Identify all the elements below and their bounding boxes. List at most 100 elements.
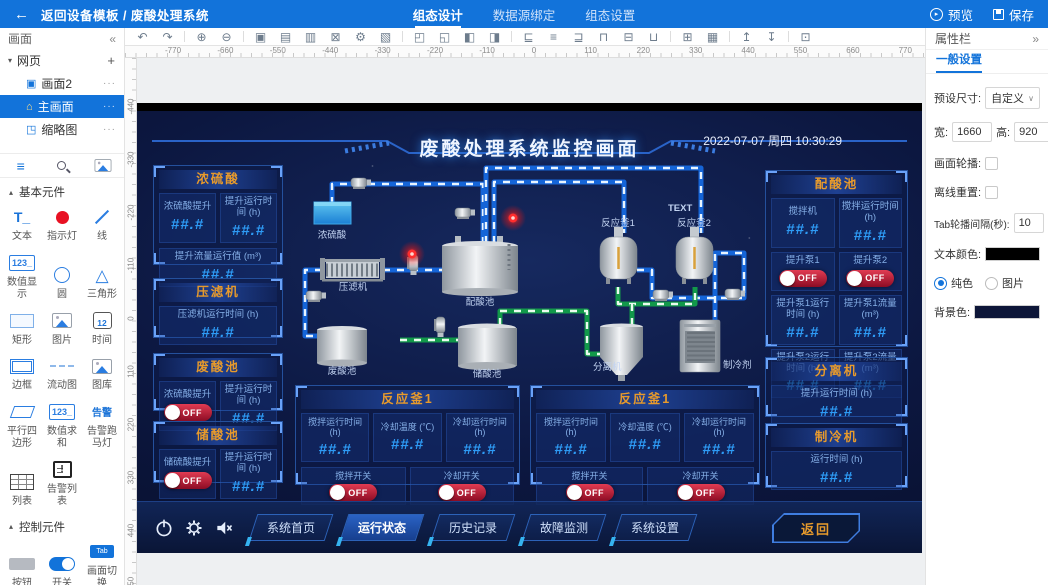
- palette-item-num[interactable]: 123_数值显示: [2, 248, 42, 306]
- reactor-1-vessel[interactable]: [600, 227, 637, 284]
- more-icon[interactable]: ···: [103, 124, 116, 135]
- toggle-off-switch[interactable]: OFF: [846, 270, 894, 287]
- align-top-icon[interactable]: ⊓: [591, 28, 616, 46]
- reactor-2-vessel[interactable]: [676, 227, 713, 284]
- palette-item-tab[interactable]: Tab画面切换: [82, 537, 122, 585]
- palette-item-flow[interactable]: 流动图: [42, 351, 82, 397]
- design-canvas[interactable]: -770-660-550-440-330-220-110011022033044…: [125, 46, 925, 585]
- mute-icon[interactable]: [209, 514, 239, 542]
- palette-item-pic[interactable]: 图片: [42, 306, 82, 352]
- toggle-off-switch[interactable]: OFF: [329, 484, 377, 501]
- tree-node-screen2[interactable]: ▣ 画面2 ···: [0, 72, 124, 95]
- ungroup-icon[interactable]: ◱: [432, 28, 457, 46]
- palette-item-btn[interactable]: 按钮: [2, 537, 42, 585]
- text-color-swatch[interactable]: [985, 247, 1040, 261]
- palette-item-list[interactable]: 列表: [2, 455, 42, 513]
- delete-icon[interactable]: ⊠: [323, 28, 348, 46]
- send-backward-icon[interactable]: ◨: [482, 28, 507, 46]
- palette-item-tri[interactable]: △三角形: [82, 248, 122, 306]
- toggle-off-switch[interactable]: OFF: [438, 484, 486, 501]
- tab-element-list[interactable]: ≡: [0, 154, 41, 177]
- alarm-indicator[interactable]: [500, 205, 526, 231]
- align-bottom-icon[interactable]: ⊔: [641, 28, 666, 46]
- palette-section-header[interactable]: ▴控制元件: [0, 513, 124, 537]
- more-icon[interactable]: ···: [103, 101, 116, 112]
- palette-item-sw[interactable]: 开关: [42, 537, 82, 585]
- toggle-off-switch[interactable]: OFF: [779, 270, 827, 287]
- palette-item-time[interactable]: 12时间: [82, 306, 122, 352]
- tab-config-settings[interactable]: 组态设置: [585, 0, 635, 28]
- toggle-off-switch[interactable]: OFF: [164, 404, 212, 421]
- collapse-right-icon[interactable]: »: [1032, 32, 1039, 46]
- preview-button[interactable]: ▸预览: [930, 5, 973, 24]
- palette-item-text[interactable]: T_文本: [2, 202, 42, 248]
- caret-down-icon[interactable]: ▾: [8, 56, 12, 65]
- tab-interval-input[interactable]: [1014, 213, 1044, 233]
- undo-icon[interactable]: ↶: [130, 28, 155, 46]
- nav-tab-2[interactable]: 历史记录: [431, 514, 516, 541]
- back-button[interactable]: 返回: [772, 513, 860, 543]
- palette-item-cir[interactable]: 圆: [42, 248, 82, 306]
- add-screen-button[interactable]: +: [107, 53, 116, 68]
- grid-icon[interactable]: ⊞: [675, 28, 700, 46]
- solid-color-radio[interactable]: [934, 277, 947, 290]
- storage-acid-tank[interactable]: [458, 324, 517, 371]
- tab-general-settings[interactable]: 一般设置: [936, 51, 982, 73]
- nav-tab-4[interactable]: 系统设置: [613, 514, 698, 541]
- fit-screen-icon[interactable]: ⊡: [793, 28, 818, 46]
- image-icon[interactable]: ▧: [373, 28, 398, 46]
- tree-node-pages[interactable]: ▾ 网页 +: [0, 49, 124, 72]
- tab-element-gallery[interactable]: [83, 154, 124, 177]
- align-right-icon[interactable]: ⊒: [566, 28, 591, 46]
- sulfuric-acid-tank[interactable]: [314, 202, 351, 224]
- mixing-tank[interactable]: [442, 236, 518, 296]
- palette-item-allist[interactable]: !告警列表: [42, 455, 82, 513]
- alarm-indicator[interactable]: [399, 241, 425, 267]
- nav-tab-0[interactable]: 系统首页: [249, 514, 334, 541]
- preset-size-select[interactable]: 自定义 ∨: [985, 87, 1040, 109]
- palette-item-line[interactable]: 线: [82, 202, 122, 248]
- palette-item-rect[interactable]: 矩形: [2, 306, 42, 352]
- breadcrumb[interactable]: 返回设备模板 / 废酸处理系统: [41, 5, 209, 24]
- zoom-in-icon[interactable]: ⊕: [189, 28, 214, 46]
- align-middle-icon[interactable]: ⊟: [616, 28, 641, 46]
- settings-icon[interactable]: ⚙: [348, 28, 373, 46]
- width-input[interactable]: [952, 122, 992, 142]
- tab-datasource-binding[interactable]: 数据源绑定: [493, 0, 556, 28]
- filter-press[interactable]: [320, 258, 385, 282]
- export-icon[interactable]: ↧: [759, 28, 784, 46]
- bring-forward-icon[interactable]: ◧: [457, 28, 482, 46]
- duplicate-icon[interactable]: ▥: [298, 28, 323, 46]
- power-icon[interactable]: [149, 514, 179, 542]
- palette-item-ind[interactable]: 指示灯: [42, 202, 82, 248]
- tab-element-search[interactable]: [41, 154, 82, 177]
- image-fill-radio[interactable]: [985, 277, 998, 290]
- palette-section-header[interactable]: ▴基本元件: [0, 178, 124, 202]
- group-icon[interactable]: ◰: [407, 28, 432, 46]
- zoom-out-icon[interactable]: ⊖: [214, 28, 239, 46]
- tree-node-main-screen[interactable]: ⌂ 主画面 ···: [0, 95, 124, 118]
- carousel-checkbox[interactable]: [985, 157, 998, 170]
- nav-tab-1[interactable]: 运行状态: [340, 514, 425, 541]
- nav-tab-3[interactable]: 故障监测: [522, 514, 607, 541]
- copy-icon[interactable]: ▣: [248, 28, 273, 46]
- redo-icon[interactable]: ↷: [155, 28, 180, 46]
- waste-acid-tank[interactable]: [317, 326, 367, 367]
- offline-reset-checkbox[interactable]: [985, 186, 998, 199]
- more-icon[interactable]: ···: [103, 78, 116, 89]
- bg-color-swatch[interactable]: [974, 305, 1040, 319]
- toggle-off-switch[interactable]: OFF: [566, 484, 614, 501]
- palette-item-pic[interactable]: 图库: [82, 351, 122, 397]
- tab-config-design[interactable]: 组态设计: [413, 0, 463, 28]
- toggle-off-switch[interactable]: OFF: [164, 472, 212, 489]
- back-arrow-icon[interactable]: ←: [14, 6, 29, 23]
- snap-icon[interactable]: ▦: [700, 28, 725, 46]
- save-button[interactable]: 保存: [993, 5, 1034, 24]
- align-left-icon[interactable]: ⊑: [516, 28, 541, 46]
- gear-icon[interactable]: [179, 514, 209, 542]
- palette-item-num[interactable]: 123_数值求和: [42, 397, 82, 455]
- height-input[interactable]: [1014, 122, 1048, 142]
- paste-icon[interactable]: ▤: [273, 28, 298, 46]
- chiller-unit[interactable]: [680, 320, 720, 372]
- import-icon[interactable]: ↥: [734, 28, 759, 46]
